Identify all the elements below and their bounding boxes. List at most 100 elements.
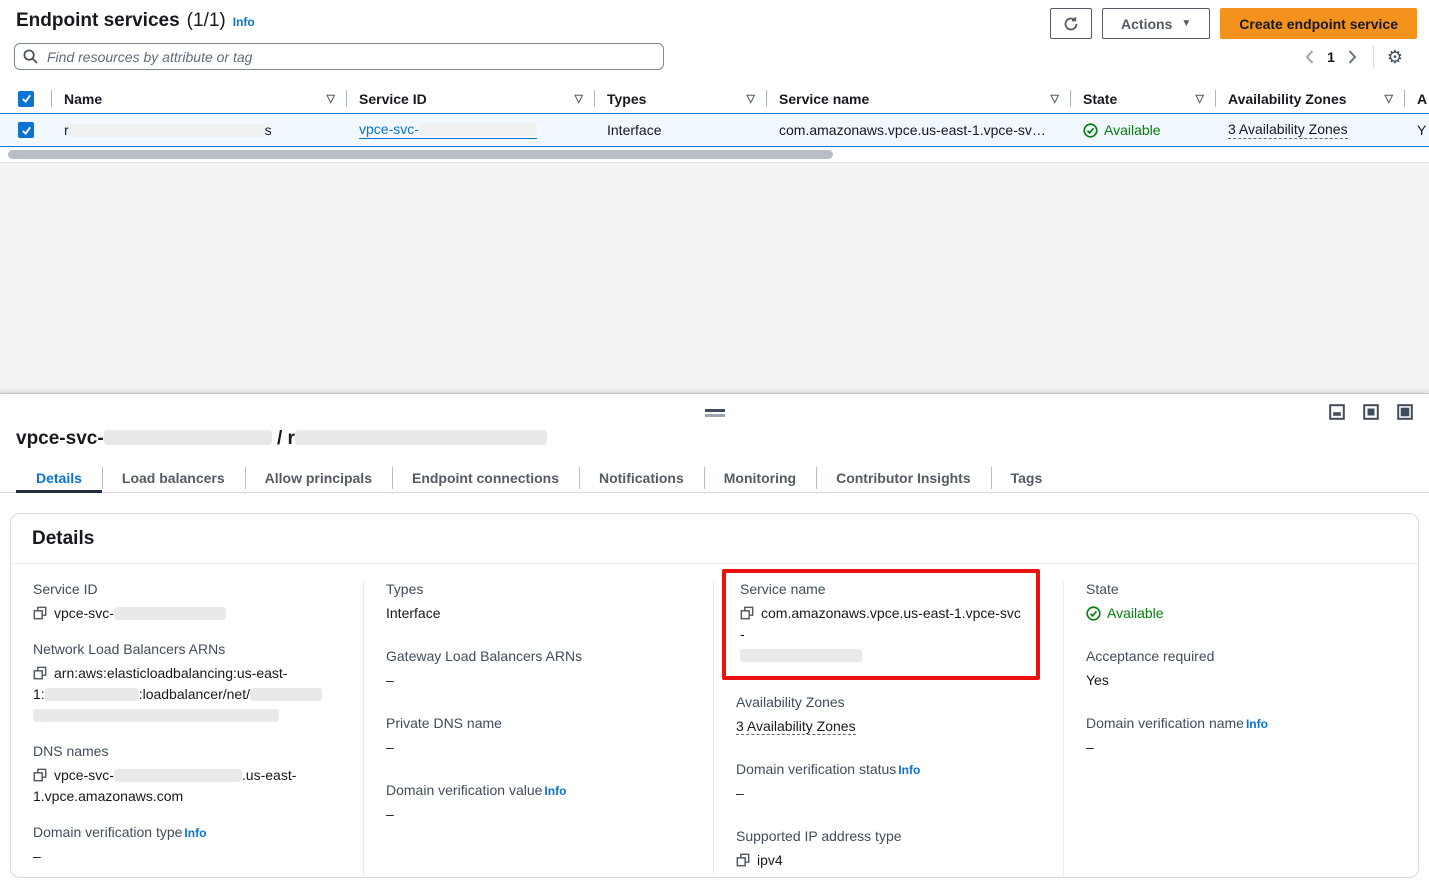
column-header-service-name[interactable]: Service name ▽ xyxy=(767,84,1071,113)
page-title: Endpoint services xyxy=(16,10,180,32)
divider xyxy=(1373,46,1374,68)
redacted-service-name xyxy=(295,430,547,445)
panel-title: vpce-svc- / r xyxy=(16,428,547,450)
column-header-availability-zones[interactable]: Availability Zones ▽ xyxy=(1216,84,1405,113)
field-nlb-arns: Network Load Balancers ARNs arn:aws:elas… xyxy=(33,641,341,726)
row-name-cell: rs xyxy=(52,114,347,146)
column-header-name[interactable]: Name ▽ xyxy=(52,84,347,113)
tab-endpoint-connections[interactable]: Endpoint connections xyxy=(392,464,579,492)
redacted-value xyxy=(114,769,242,782)
field-availability-zones: Availability Zones 3 Availability Zones xyxy=(736,694,1041,737)
content-background xyxy=(0,162,1429,393)
details-column-3: Service name com.amazonaws.vpce.us-east-… xyxy=(713,581,1063,878)
endpoint-services-table: Name ▽ Service ID ▽ Types ▽ Service name… xyxy=(0,84,1429,147)
copy-icon[interactable] xyxy=(33,768,47,782)
status-badge: Available xyxy=(1083,122,1161,138)
row-checkbox[interactable] xyxy=(18,122,34,138)
create-endpoint-service-button[interactable]: Create endpoint service xyxy=(1220,8,1417,39)
check-icon xyxy=(21,125,32,136)
table-row[interactable]: rs vpce-svc- Interface com.amazonaws.vpc… xyxy=(0,113,1429,147)
panel-layout-controls xyxy=(1329,404,1413,420)
row-partial-cell: Y xyxy=(1405,114,1429,146)
sort-icon[interactable]: ▽ xyxy=(1188,92,1204,105)
search-icon xyxy=(23,49,38,64)
horizontal-scrollbar[interactable] xyxy=(0,150,1429,159)
refresh-icon xyxy=(1063,16,1079,32)
check-icon xyxy=(21,93,32,104)
service-id-link[interactable]: vpce-svc- xyxy=(359,121,537,139)
redacted-value xyxy=(114,607,226,620)
sort-icon[interactable]: ▽ xyxy=(1377,92,1393,105)
scrollbar-thumb[interactable] xyxy=(8,150,833,159)
sort-icon[interactable]: ▽ xyxy=(739,92,755,105)
status-badge: Available xyxy=(1086,603,1396,624)
split-panel: vpce-svc- / r Details Load balancers All… xyxy=(0,393,1429,886)
field-private-dns-name: Private DNS name – xyxy=(386,715,691,758)
copy-icon[interactable] xyxy=(736,853,750,867)
availability-zones-popover[interactable]: 3 Availability Zones xyxy=(1228,121,1348,139)
redacted-name xyxy=(69,124,265,137)
page-header: Endpoint services (1/1) Info xyxy=(16,10,255,32)
redacted-value xyxy=(33,709,279,722)
details-column-2: Types Interface Gateway Load Balancers A… xyxy=(363,581,713,878)
sort-icon[interactable]: ▽ xyxy=(567,92,583,105)
redacted-value xyxy=(250,688,322,701)
tab-monitoring[interactable]: Monitoring xyxy=(704,464,816,492)
copy-icon[interactable] xyxy=(740,606,754,620)
field-domain-verification-name: Domain verification name Info – xyxy=(1086,715,1396,758)
header-actions: Actions ▼ Create endpoint service xyxy=(1050,8,1417,39)
search-bar xyxy=(14,43,664,70)
column-header-partial[interactable]: A xyxy=(1405,84,1429,113)
panel-bottom-small-icon[interactable] xyxy=(1329,404,1345,420)
status-available-icon xyxy=(1086,606,1101,621)
resource-count: (1/1) xyxy=(187,10,226,32)
field-state: State Available xyxy=(1086,581,1396,624)
field-acceptance-required: Acceptance required Yes xyxy=(1086,648,1396,691)
field-supported-ip: Supported IP address type ipv4 xyxy=(736,828,1041,871)
info-link[interactable]: Info xyxy=(544,784,566,798)
field-dns-names: DNS names vpce-svc-.us-east- 1.vpce.amaz… xyxy=(33,743,341,807)
info-link[interactable]: Info xyxy=(1246,717,1268,731)
field-domain-verification-value: Domain verification value Info – xyxy=(386,782,691,825)
sort-icon[interactable]: ▽ xyxy=(1043,92,1059,105)
field-service-id: Service ID vpce-svc- xyxy=(33,581,341,624)
tab-load-balancers[interactable]: Load balancers xyxy=(102,464,245,492)
copy-icon[interactable] xyxy=(33,666,47,680)
panel-resize-handle[interactable] xyxy=(705,409,725,417)
column-header-state[interactable]: State ▽ xyxy=(1071,84,1216,113)
table-header-row: Name ▽ Service ID ▽ Types ▽ Service name… xyxy=(0,84,1429,113)
preferences-gear-button[interactable]: ⚙ xyxy=(1387,48,1403,66)
previous-page-button[interactable] xyxy=(1305,50,1314,64)
panel-bottom-medium-icon[interactable] xyxy=(1363,404,1379,420)
tab-tags[interactable]: Tags xyxy=(991,464,1063,492)
tab-allow-principals[interactable]: Allow principals xyxy=(245,464,392,492)
availability-zones-popover[interactable]: 3 Availability Zones xyxy=(736,718,856,735)
column-header-types[interactable]: Types ▽ xyxy=(595,84,767,113)
panel-tabs: Details Load balancers Allow principals … xyxy=(0,464,1429,493)
field-domain-verification-type: Domain verification type Info – xyxy=(33,824,341,867)
info-link[interactable]: Info xyxy=(184,826,206,840)
chevron-down-icon: ▼ xyxy=(1181,18,1191,29)
info-link[interactable]: Info xyxy=(898,763,920,777)
refresh-button[interactable] xyxy=(1050,8,1092,39)
next-page-button[interactable] xyxy=(1348,50,1357,64)
tab-contributor-insights[interactable]: Contributor Insights xyxy=(816,464,991,492)
redacted-service-id xyxy=(104,430,272,445)
page-info-link[interactable]: Info xyxy=(233,15,255,29)
column-header-service-id[interactable]: Service ID ▽ xyxy=(347,84,595,113)
status-available-icon xyxy=(1083,123,1098,138)
redacted-value xyxy=(45,688,139,701)
pagination: 1 ⚙ xyxy=(1305,45,1403,69)
details-card: Details Service ID vpce-svc- Network Loa… xyxy=(10,513,1419,878)
sort-icon[interactable]: ▽ xyxy=(319,92,335,105)
copy-icon[interactable] xyxy=(33,606,47,620)
tab-details[interactable]: Details xyxy=(16,464,102,492)
field-types: Types Interface xyxy=(386,581,691,624)
actions-button[interactable]: Actions ▼ xyxy=(1102,8,1210,39)
select-all-checkbox[interactable] xyxy=(18,91,34,107)
current-page[interactable]: 1 xyxy=(1327,49,1335,65)
search-input[interactable] xyxy=(14,43,664,70)
details-column-4: State Available Acceptance required xyxy=(1063,581,1418,878)
panel-bottom-large-icon[interactable] xyxy=(1397,404,1413,420)
tab-notifications[interactable]: Notifications xyxy=(579,464,704,492)
